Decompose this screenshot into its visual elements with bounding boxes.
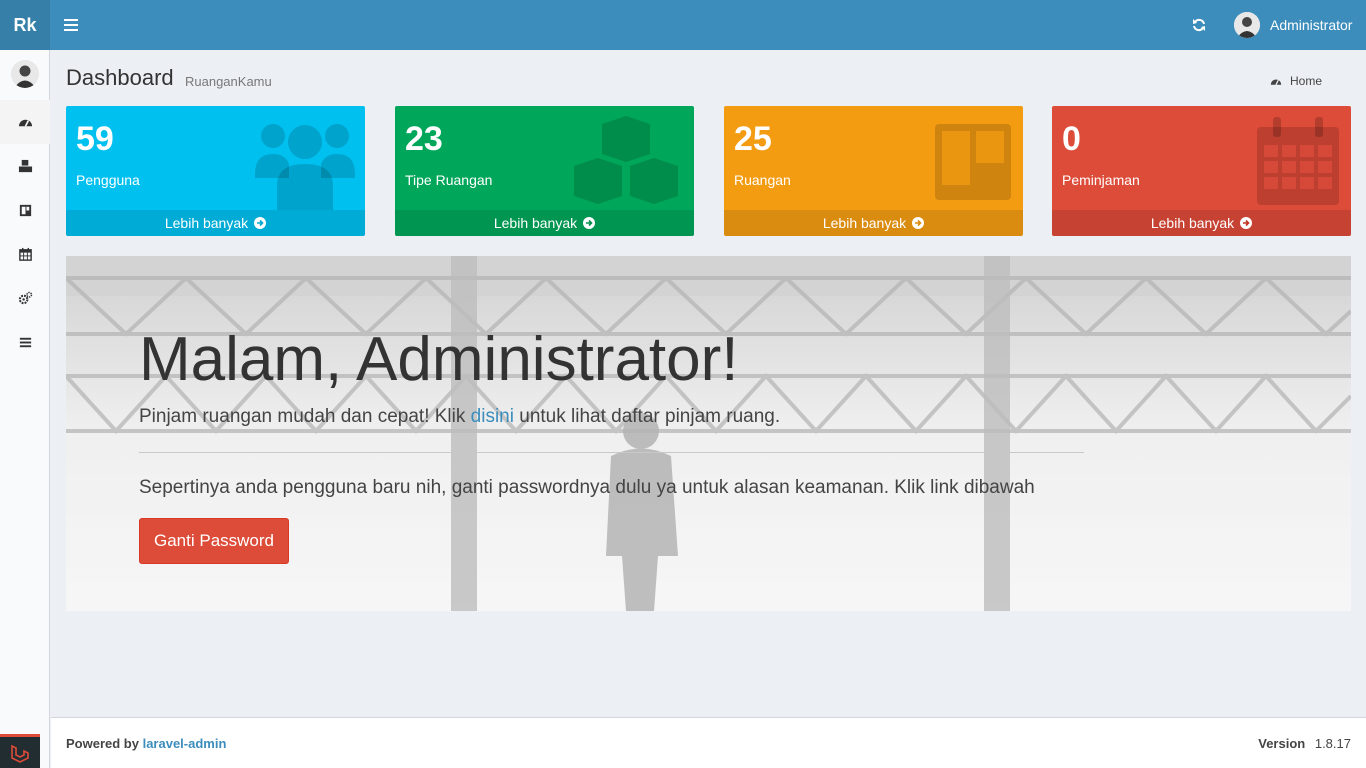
- powered-by-label: Powered by: [66, 736, 139, 751]
- cubes-icon: [574, 116, 678, 204]
- user-menu[interactable]: Administrator: [1234, 12, 1352, 38]
- info-box-tipe-ruangan: 23 Tipe Ruangan Lebih banyak: [395, 106, 694, 236]
- breadcrumb-home[interactable]: Home: [1290, 74, 1322, 88]
- version-number: 1.8.17: [1314, 736, 1351, 751]
- sidebar-avatar: [11, 60, 39, 88]
- refresh-icon: [1193, 18, 1205, 32]
- more-link-label: Lebih banyak: [1150, 215, 1235, 231]
- cogs-icon: [18, 291, 32, 304]
- dashboard-icon: [1270, 79, 1282, 86]
- sidebar-item-tipe-ruangan[interactable]: [0, 144, 50, 188]
- stat-value: 0: [1062, 120, 1081, 158]
- trello-icon: [935, 124, 1011, 200]
- more-link-label: Lebih banyak: [822, 215, 907, 231]
- arrow-circle-right-icon: [1240, 217, 1253, 229]
- more-link[interactable]: Lebih banyak: [66, 210, 365, 236]
- trello-icon: [19, 204, 31, 216]
- welcome-jumbotron: Malam, Administrator! Pinjam ruangan mud…: [66, 256, 1351, 611]
- password-notice: Sepertinya anda pengguna baru nih, ganti…: [139, 477, 1035, 498]
- avatar: [1234, 12, 1260, 38]
- sidebar: [0, 50, 50, 768]
- laravel-logo: [0, 734, 40, 768]
- lead-text-start: Pinjam ruangan mudah dan cepat! Klik: [139, 406, 471, 427]
- arrow-circle-right-icon: [912, 217, 925, 229]
- info-box-ruangan: 25 Ruangan Lebih banyak: [724, 106, 1023, 236]
- powered-by: Powered by laravel-admin: [66, 736, 226, 751]
- cubes-icon: [18, 159, 32, 172]
- arrow-circle-right-icon: [583, 217, 596, 229]
- sidebar-item-peminjaman[interactable]: [0, 232, 50, 276]
- breadcrumb[interactable]: Home: [1270, 74, 1322, 88]
- info-box-peminjaman: 0 Peminjaman Lebih banyak: [1052, 106, 1351, 236]
- dashboard-icon: [18, 119, 32, 127]
- stat-label: Pengguna: [76, 172, 140, 188]
- list-icon: [19, 337, 31, 347]
- lead-text: Pinjam ruangan mudah dan cepat! Klik dis…: [139, 406, 780, 428]
- laravel-admin-link[interactable]: laravel-admin: [143, 736, 227, 751]
- stat-value: 59: [76, 120, 114, 158]
- sidebar-item-menu[interactable]: [0, 320, 50, 364]
- divider: [139, 452, 1084, 453]
- calendar-icon: [18, 247, 32, 261]
- users-icon: [255, 124, 355, 210]
- top-navbar: Rk Administrator: [0, 0, 1366, 50]
- page-title: Dashboard: [66, 65, 174, 90]
- sidebar-item-dashboard[interactable]: [0, 100, 50, 144]
- more-link[interactable]: Lebih banyak: [1052, 210, 1351, 236]
- sidebar-toggle-button[interactable]: [56, 14, 86, 36]
- user-name: Administrator: [1270, 17, 1353, 33]
- sidebar-item-ruangan[interactable]: [0, 188, 50, 232]
- more-link[interactable]: Lebih banyak: [395, 210, 694, 236]
- bars-icon: [64, 19, 78, 31]
- stat-label: Ruangan: [734, 172, 791, 188]
- greeting-heading: Malam, Administrator!: [139, 325, 739, 394]
- change-password-button[interactable]: Ganti Password: [139, 518, 289, 564]
- page-subtitle: RuanganKamu: [185, 74, 272, 89]
- refresh-button[interactable]: [1188, 15, 1210, 35]
- stat-value: 25: [734, 120, 772, 158]
- laravel-icon: [11, 744, 29, 763]
- stat-value: 23: [405, 120, 443, 158]
- logo[interactable]: Rk: [0, 0, 50, 50]
- disini-link[interactable]: disini: [471, 406, 514, 427]
- lead-text-end: untuk lihat daftar pinjam ruang.: [513, 406, 781, 427]
- sidebar-item-settings[interactable]: [0, 276, 50, 320]
- more-link[interactable]: Lebih banyak: [724, 210, 1023, 236]
- arrow-circle-right-icon: [254, 217, 267, 229]
- calendar-icon: [1257, 117, 1339, 205]
- more-link-label: Lebih banyak: [164, 215, 249, 231]
- info-box-pengguna: 59 Pengguna Lebih banyak: [66, 106, 365, 236]
- version-label: Version: [1258, 736, 1306, 751]
- stat-label: Tipe Ruangan: [405, 172, 493, 188]
- footer: Powered by laravel-admin Version 1.8.17: [51, 717, 1366, 768]
- stat-label: Peminjaman: [1062, 172, 1140, 188]
- version-info: Version 1.8.17: [1258, 736, 1351, 751]
- more-link-label: Lebih banyak: [493, 215, 578, 231]
